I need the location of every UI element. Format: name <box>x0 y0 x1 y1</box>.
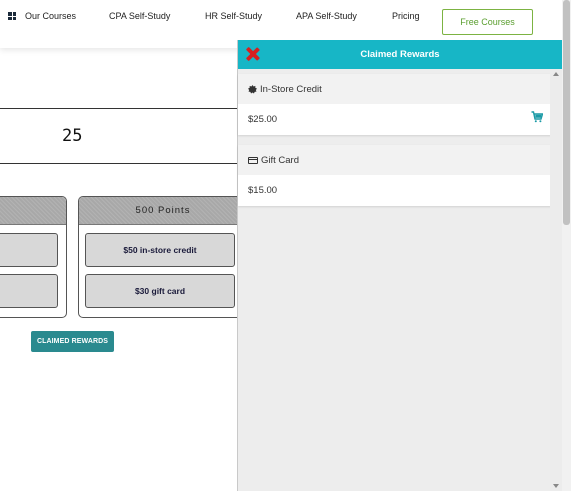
reward-tier-500: 500 Points $50 in-store credit $30 gift … <box>78 196 248 318</box>
card-title-row: Gift Card <box>238 145 551 175</box>
free-courses-button[interactable]: Free Courses <box>442 9 533 35</box>
cart-icon[interactable] <box>531 111 543 123</box>
card-title: In-Store Credit <box>260 83 322 95</box>
credit-card-icon <box>248 156 258 164</box>
close-icon[interactable] <box>246 47 260 61</box>
badge-icon <box>248 84 257 94</box>
panel-header: Claimed Rewards <box>238 40 562 69</box>
nav-apa-self-study[interactable]: APA Self-Study <box>296 11 357 21</box>
nav-label: HR Self-Study <box>205 11 263 21</box>
nav-label: APA Self-Study <box>296 11 357 21</box>
nav-hr-self-study[interactable]: HR Self-Study <box>205 11 262 21</box>
points-value: 25 <box>62 126 83 146</box>
card-title: Gift Card <box>261 154 300 166</box>
reward-gift-card-button[interactable]: $30 gift card <box>85 274 235 308</box>
tier-heading <box>0 197 66 225</box>
card-value: $25.00 <box>248 114 278 125</box>
card-value-row: $25.00 <box>238 104 551 135</box>
grid-icon <box>8 12 16 20</box>
nav-our-courses[interactable]: Our Courses <box>8 11 77 21</box>
scroll-up-icon[interactable] <box>553 72 559 76</box>
reward-instore-credit-button[interactable]: $50 in-store credit <box>85 233 235 267</box>
nav-pricing[interactable]: Pricing <box>392 11 420 21</box>
reward-option-button[interactable] <box>0 233 58 267</box>
card-title-row: In-Store Credit <box>238 74 551 104</box>
tier-heading: 500 Points <box>79 197 247 225</box>
nav-cpa-self-study[interactable]: CPA Self-Study <box>109 11 170 21</box>
page: Our Courses CPA Self-Study HR Self-Study… <box>0 0 571 491</box>
card-value-row: $15.00 <box>238 175 551 206</box>
card-value: $15.00 <box>248 185 278 196</box>
claimed-rewards-panel: Claimed Rewards In-Store Credit $25.00 G… <box>237 40 562 491</box>
page-scrollbar-thumb[interactable] <box>563 0 570 225</box>
nav-label: Our Courses <box>25 11 77 21</box>
panel-title: Claimed Rewards <box>360 49 440 60</box>
page-scrollbar[interactable] <box>562 0 571 491</box>
nav-label: CPA Self-Study <box>109 11 171 21</box>
scroll-down-icon[interactable] <box>553 484 559 488</box>
points-box <box>0 108 244 164</box>
reward-option-button[interactable] <box>0 274 58 308</box>
panel-scrollbar[interactable] <box>550 69 562 491</box>
claimed-reward-card: In-Store Credit $25.00 <box>238 74 551 135</box>
claimed-reward-card: Gift Card $15.00 <box>238 145 551 206</box>
reward-tier <box>0 196 67 318</box>
nav-label: Pricing <box>392 11 420 21</box>
claimed-rewards-button[interactable]: CLAIMED REWARDS <box>31 331 114 352</box>
